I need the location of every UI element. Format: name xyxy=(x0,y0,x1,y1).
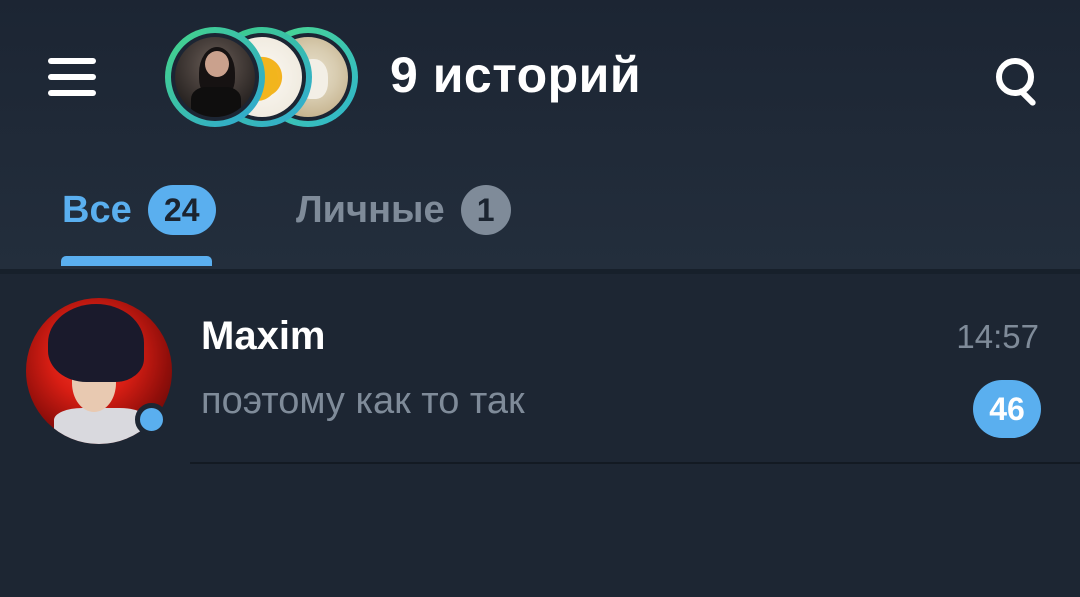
chat-last-message: поэтому как то так xyxy=(201,380,525,422)
top-app-bar: 9 историй Все 24 Личные 1 xyxy=(0,0,1080,270)
online-status-dot xyxy=(135,403,168,436)
hamburger-menu-icon xyxy=(48,90,96,96)
avatar-hair xyxy=(48,304,144,382)
chat-name: Maxim xyxy=(201,314,326,358)
hamburger-menu-icon xyxy=(48,58,96,64)
avatar-collar xyxy=(54,408,148,444)
chat-list-screen: 9 историй Все 24 Личные 1 Maxim 14:57 по… xyxy=(0,0,1080,597)
tab-all-count-badge: 24 xyxy=(147,185,216,235)
hamburger-menu-button[interactable] xyxy=(40,52,104,102)
chat-list-item[interactable]: Maxim 14:57 поэтому как то так 46 xyxy=(0,274,1080,464)
person-face xyxy=(205,51,229,77)
stories-title[interactable]: 9 историй xyxy=(390,46,641,104)
search-button[interactable] xyxy=(986,50,1046,110)
chat-timestamp: 14:57 xyxy=(956,318,1039,355)
tab-all-label: Все xyxy=(62,188,132,231)
person-body xyxy=(191,87,241,117)
row-divider xyxy=(190,462,1080,464)
tab-personal-label: Личные xyxy=(296,188,445,231)
stories-avatars[interactable] xyxy=(165,27,365,127)
story-avatar[interactable] xyxy=(165,27,265,127)
search-icon xyxy=(996,58,1034,96)
story-image xyxy=(171,33,259,121)
unread-count-badge: 46 xyxy=(973,380,1041,438)
tab-personal[interactable]: Личные 1 xyxy=(296,180,511,240)
hamburger-menu-icon xyxy=(48,74,96,80)
tab-all[interactable]: Все 24 xyxy=(62,180,216,240)
active-tab-indicator xyxy=(61,256,212,266)
tab-personal-count-badge: 1 xyxy=(460,185,511,235)
